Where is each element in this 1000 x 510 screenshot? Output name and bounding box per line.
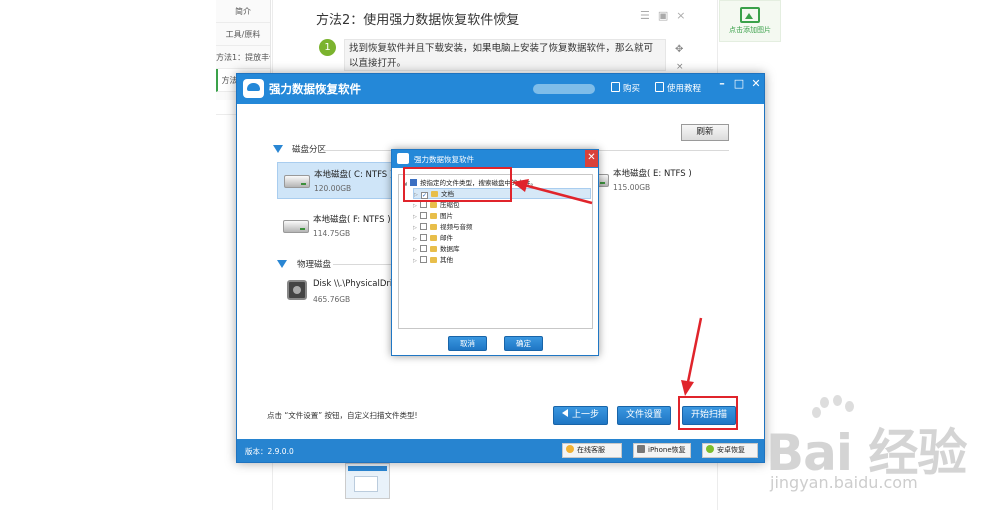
watermark-url: jingyan.baidu.com	[770, 473, 918, 492]
baidu-jingyan-watermark: Bai 经验 jingyan.baidu.com	[764, 395, 996, 497]
annotation-arrowhead	[512, 179, 529, 192]
annotation-arrowhead	[681, 380, 694, 396]
annotation-arrow-line	[686, 317, 703, 383]
annotation-arrow-line	[523, 183, 593, 205]
